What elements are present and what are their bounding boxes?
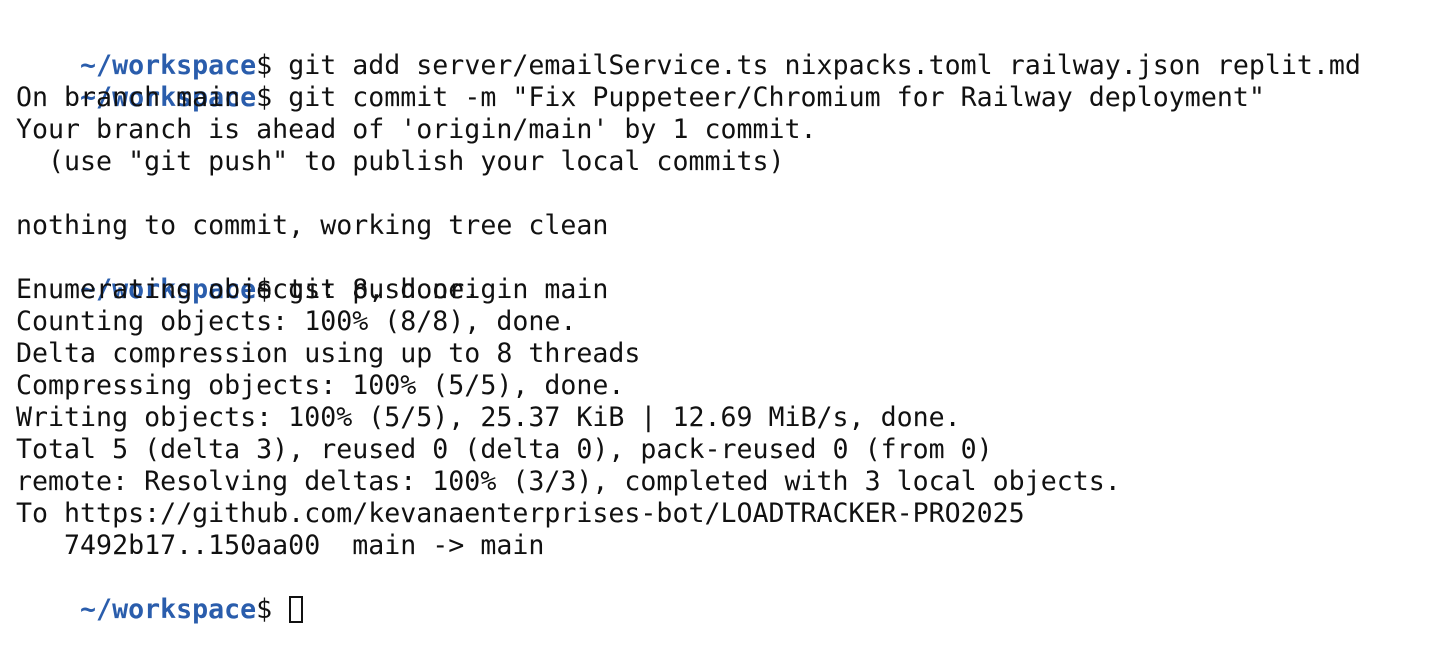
prompt-symbol: $ [256, 50, 289, 81]
active-prompt-line[interactable]: ~/workspace$ [16, 562, 1450, 625]
prompt-symbol: $ [256, 594, 289, 625]
output-line: Counting objects: 100% (8/8), done. [16, 306, 577, 337]
output-line: (use "git push" to publish your local co… [16, 146, 785, 177]
output-line: remote: Resolving deltas: 100% (3/3), co… [16, 466, 1121, 497]
output-line: Writing objects: 100% (5/5), 25.37 KiB |… [16, 402, 961, 433]
output-line: Total 5 (delta 3), reused 0 (delta 0), p… [16, 434, 993, 465]
output-line: Your branch is ahead of 'origin/main' by… [16, 114, 817, 145]
prompt-symbol: $ [256, 82, 289, 113]
prompt-path: ~/workspace [80, 594, 257, 625]
command-text: git add server/emailService.ts nixpacks.… [288, 50, 1361, 81]
prompt-path: ~/workspace [80, 50, 257, 81]
terminal-window[interactable]: ~/workspace$ git add server/emailService… [0, 0, 1450, 626]
output-line: To https://github.com/kevanaenterprises-… [16, 498, 1025, 529]
output-line: Compressing objects: 100% (5/5), done. [16, 370, 625, 401]
output-line: 7492b17..150aa00 main -> main [16, 530, 545, 561]
output-line: Delta compression using up to 8 threads [16, 338, 641, 369]
command-text: git commit -m "Fix Puppeteer/Chromium fo… [288, 82, 1265, 113]
command-line: ~/workspace$ git add server/emailService… [16, 18, 1450, 81]
command-line: ~/workspace$ git push origin main [16, 242, 1450, 305]
output-line: Enumerating objects: 8, done. [16, 274, 481, 305]
output-line: nothing to commit, working tree clean [16, 210, 609, 241]
text-cursor[interactable] [289, 596, 304, 623]
